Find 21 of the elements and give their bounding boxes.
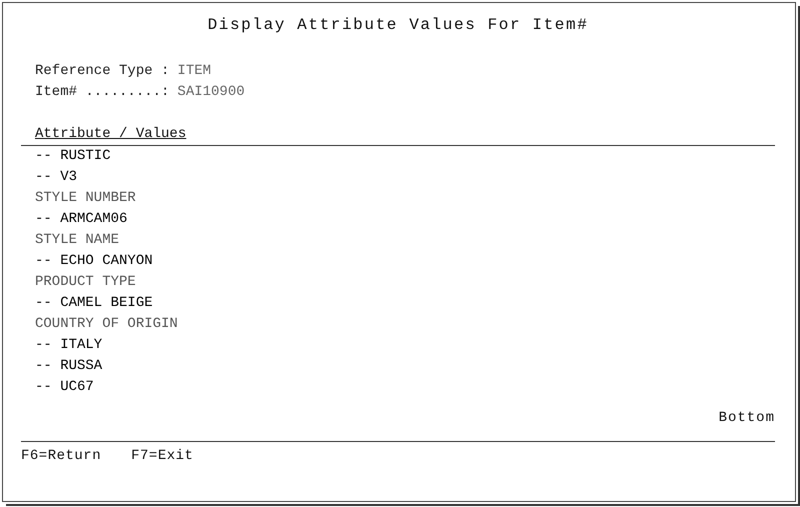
attribute-value: -- CAMEL BEIGE: [35, 294, 154, 313]
list-heading: Attribute / Values: [35, 126, 186, 142]
function-key[interactable]: F6=Return: [21, 446, 102, 467]
list-position: Bottom: [718, 410, 775, 426]
attribute-value: -- UC67: [35, 378, 95, 397]
attribute-name: COUNTRY OF ORIGIN: [35, 315, 179, 334]
attribute-value: -- RUSTIC: [35, 147, 112, 166]
window-title: Display Attribute Values For Item#: [206, 15, 590, 36]
attribute-name: STYLE NUMBER: [35, 189, 137, 208]
field-label: Item# .........:: [35, 84, 170, 100]
field-label: Reference Type :: [35, 63, 170, 79]
attribute-value: -- ITALY: [35, 336, 104, 355]
attribute-value: -- ECHO CANYON: [35, 252, 154, 271]
function-key[interactable]: F7=Exit: [131, 446, 194, 467]
attribute-value: -- RUSSA: [35, 357, 104, 376]
attribute-name: STYLE NAME: [35, 231, 120, 250]
field-value: SAI10900: [177, 84, 245, 100]
attribute-value: -- ARMCAM06: [35, 210, 128, 229]
field-value: ITEM: [177, 63, 212, 79]
attribute-name: PRODUCT TYPE: [35, 273, 137, 292]
attribute-value: -- V3: [35, 168, 78, 187]
